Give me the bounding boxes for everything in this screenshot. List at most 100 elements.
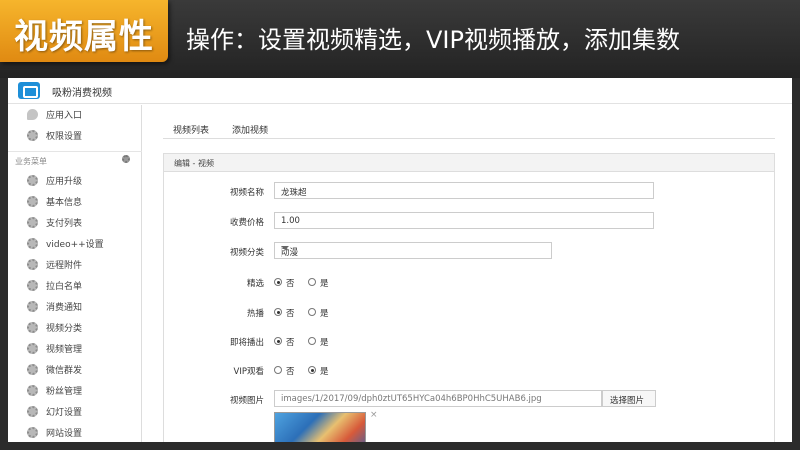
category-select[interactable]: 动漫 (274, 242, 552, 259)
sidebar-item-wechat-broadcast[interactable]: 微信群发 (8, 360, 142, 380)
sidebar-item-label: video++设置 (46, 240, 104, 250)
sidebar-item-label: 消费通知 (46, 303, 83, 313)
vip-yes-label: 是 (320, 367, 329, 377)
choose-image-label: 选择图片 (610, 396, 645, 406)
gear-icon (27, 259, 38, 270)
gear-icon[interactable] (122, 155, 130, 163)
upcoming-yes-label: 是 (320, 338, 329, 348)
gear-icon (27, 427, 38, 438)
app-window: 吸粉消费视频 应用入口 权限设置 业务菜单 应用升级 基本信息 支付列表 vid… (8, 78, 792, 442)
gear-icon (27, 238, 38, 249)
featured-no-radio[interactable] (274, 278, 282, 286)
video-thumbnail (274, 412, 366, 442)
sidebar-item-label: 微信群发 (46, 366, 83, 376)
gear-icon (27, 385, 38, 396)
vip-radio-group: 否 是 (274, 365, 354, 377)
upcoming-label: 即将播出 (229, 338, 264, 348)
vip-no-label: 否 (286, 367, 295, 377)
category-label: 视频分类 (229, 248, 264, 258)
chevron-down-icon (281, 246, 289, 250)
gear-icon (27, 217, 38, 228)
gear-icon (27, 406, 38, 417)
sidebar-item-basic-info[interactable]: 基本信息 (8, 192, 142, 212)
video-name-value: 龙珠超 (281, 188, 307, 198)
app-logo-icon (18, 82, 40, 99)
hot-yes-label: 是 (320, 309, 329, 319)
hot-no-label: 否 (286, 309, 295, 319)
sidebar-item-label: 视频分类 (46, 324, 83, 334)
banner-description: 操作：设置视频精选，VIP视频播放，添加集数 (186, 26, 680, 54)
gear-icon (27, 175, 38, 186)
gear-icon (27, 343, 38, 354)
upcoming-radio-group: 否 是 (274, 336, 354, 348)
panel-header: 编辑 - 视频 (164, 154, 774, 172)
sidebar-item-label: 粉丝管理 (46, 387, 83, 397)
gear-icon (27, 301, 38, 312)
video-name-label: 视频名称 (229, 188, 264, 198)
hot-no-radio[interactable] (274, 308, 282, 316)
sidebar-item-label: 权限设置 (46, 132, 83, 142)
price-value: 1.00 (281, 216, 300, 226)
sidebar-item-app-entry[interactable]: 应用入口 (8, 105, 142, 125)
tab-bar: 视频列表 添加视频 (163, 115, 775, 139)
vip-label: VIP观看 (233, 367, 264, 377)
sidebar-item-label: 网站设置 (46, 429, 83, 439)
choose-image-button[interactable]: 选择图片 (602, 390, 656, 407)
image-path-value: images/1/2017/09/dph0ztUT65HYCa04h6BP0Hh… (281, 394, 542, 404)
sidebar-item-label: 支付列表 (46, 219, 83, 229)
sidebar-item-label: 幻灯设置 (46, 408, 83, 418)
chat-bubble-icon (27, 109, 38, 120)
featured-radio-group: 否 是 (274, 277, 354, 289)
hot-radio-group: 否 是 (274, 307, 354, 319)
sidebar-item-label: 远程附件 (46, 261, 83, 271)
sidebar-item-remote-attachments[interactable]: 远程附件 (8, 255, 142, 275)
panel-title: 编辑 - 视频 (174, 159, 214, 168)
upcoming-no-radio[interactable] (274, 337, 282, 345)
sidebar-item-video-management[interactable]: 视频管理 (8, 339, 142, 359)
featured-yes-radio[interactable] (308, 278, 316, 286)
tab-add-video[interactable]: 添加视频 (232, 123, 268, 136)
sidebar-item-notifications[interactable]: 消费通知 (8, 297, 142, 317)
sidebar-section-label: 业务菜单 (15, 157, 47, 166)
vip-no-radio[interactable] (274, 366, 282, 374)
gear-icon (27, 130, 38, 141)
remove-image-icon[interactable]: × (370, 410, 378, 420)
app-header: 吸粉消费视频 (8, 78, 792, 104)
featured-label: 精选 (246, 279, 264, 289)
price-input[interactable]: 1.00 (274, 212, 654, 229)
sidebar-item-video-categories[interactable]: 视频分类 (8, 318, 142, 338)
banner-badge-text: 视频属性 (14, 17, 154, 57)
sidebar-item-payment-list[interactable]: 支付列表 (8, 213, 142, 233)
sidebar-item-app-upgrade[interactable]: 应用升级 (8, 171, 142, 191)
sidebar-item-label: 应用升级 (46, 177, 83, 187)
hot-yes-radio[interactable] (308, 308, 316, 316)
sidebar-item-permissions[interactable]: 权限设置 (8, 126, 142, 146)
image-path-input[interactable]: images/1/2017/09/dph0ztUT65HYCa04h6BP0Hh… (274, 390, 602, 407)
upcoming-no-label: 否 (286, 338, 295, 348)
gear-icon (27, 364, 38, 375)
hot-label: 热播 (246, 309, 264, 319)
sidebar-item-label: 基本信息 (46, 198, 83, 208)
vip-yes-radio[interactable] (308, 366, 316, 374)
video-name-input[interactable]: 龙珠超 (274, 182, 654, 199)
featured-yes-label: 是 (320, 279, 329, 289)
main-content: 视频列表 添加视频 编辑 - 视频 视频名称 龙珠超 收费价格 1.00 视频分… (143, 105, 792, 442)
image-label: 视频图片 (229, 396, 264, 406)
sidebar-item-whitelist[interactable]: 拉白名单 (8, 276, 142, 296)
sidebar-item-label: 应用入口 (46, 111, 83, 121)
upcoming-yes-radio[interactable] (308, 337, 316, 345)
sidebar-item-label: 视频管理 (46, 345, 83, 355)
sidebar-item-label: 拉白名单 (46, 282, 83, 292)
sidebar-item-site-settings[interactable]: 网站设置 (8, 423, 142, 442)
sidebar-item-fan-management[interactable]: 粉丝管理 (8, 381, 142, 401)
price-label: 收费价格 (229, 218, 264, 228)
sidebar-item-video-settings[interactable]: video++设置 (8, 234, 142, 254)
edit-video-panel: 编辑 - 视频 视频名称 龙珠超 收费价格 1.00 视频分类 动漫 精选 否 … (163, 153, 775, 442)
sidebar-item-slideshow-settings[interactable]: 幻灯设置 (8, 402, 142, 422)
top-banner: 视频属性 操作：设置视频精选，VIP视频播放，添加集数 (0, 0, 800, 78)
tab-video-list[interactable]: 视频列表 (173, 123, 209, 136)
sidebar-section-header: 业务菜单 (8, 151, 142, 169)
gear-icon (27, 196, 38, 207)
sidebar: 应用入口 权限设置 业务菜单 应用升级 基本信息 支付列表 video++设置 (8, 105, 142, 442)
banner-badge: 视频属性 (0, 0, 168, 62)
